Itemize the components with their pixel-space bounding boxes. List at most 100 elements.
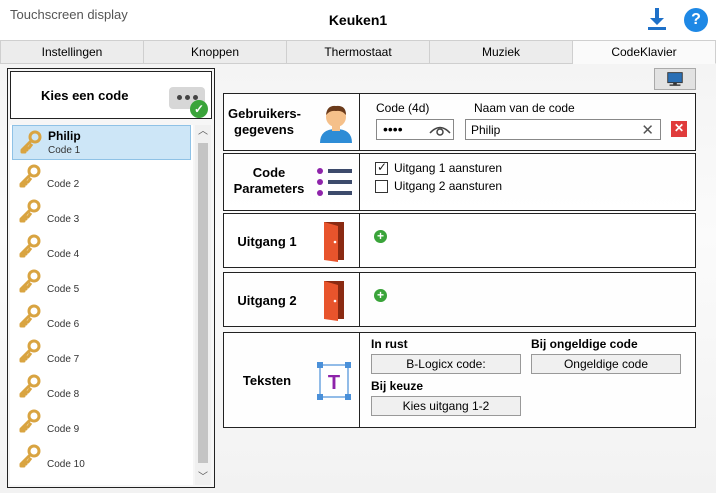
idle-text-button[interactable]: B-Logicx code: bbox=[371, 354, 521, 374]
output2-section-body: + bbox=[361, 273, 695, 326]
tab-bar: Instellingen Knoppen Thermostaat Muziek … bbox=[0, 40, 716, 64]
title-bar: Touchscreen display Keuken1 ? bbox=[0, 0, 716, 40]
clear-icon[interactable]: ✕ bbox=[641, 121, 654, 139]
svg-text:T: T bbox=[328, 372, 340, 394]
key-icon bbox=[18, 444, 42, 468]
code-input[interactable]: •••• bbox=[376, 119, 454, 140]
add-output2-action-icon[interactable]: + bbox=[374, 289, 387, 302]
output2-title: Uitgang 2 bbox=[237, 293, 297, 308]
name-label: Naam van de code bbox=[474, 101, 575, 115]
output1-title: Uitgang 1 bbox=[237, 234, 297, 249]
code-value: •••• bbox=[383, 121, 403, 137]
tab-muziek[interactable]: Muziek bbox=[430, 40, 573, 64]
eye-icon[interactable] bbox=[429, 124, 451, 137]
code-list-item[interactable]: Code 3 bbox=[12, 195, 191, 230]
texts-section-body: In rust B-Logicx code: Bij ongeldige cod… bbox=[361, 333, 695, 427]
code-label: Code (4d) bbox=[376, 101, 430, 115]
params-section-title: Code Parameters bbox=[233, 165, 305, 196]
user-section-title: Gebruikers- gegevens bbox=[228, 106, 301, 137]
output1-section-body: + bbox=[361, 214, 695, 267]
list-icon bbox=[317, 168, 352, 196]
code-item-number: Code 10 bbox=[47, 459, 85, 470]
checkbox-uitgang1[interactable] bbox=[375, 160, 388, 175]
user-icon bbox=[320, 105, 352, 143]
code-list-item[interactable]: Code 7 bbox=[12, 335, 191, 370]
checkbox-uitgang2[interactable] bbox=[375, 180, 388, 193]
code-list-scrollbar[interactable]: ︿ ﹀ bbox=[195, 125, 211, 485]
scroll-up-icon[interactable]: ︿ bbox=[195, 125, 211, 139]
delete-button[interactable]: ✕ bbox=[671, 121, 687, 137]
main-content: Kies een code ✓ Philip Code 1 Code 2 Code 3… bbox=[0, 64, 716, 493]
option-uitgang1-label: Uitgang 1 aansturen bbox=[394, 161, 503, 175]
door-icon bbox=[324, 222, 344, 262]
texts-section: Teksten T In rust B-Logicx code: Bij ong… bbox=[223, 332, 696, 428]
code-list-item[interactable]: Code 6 bbox=[12, 300, 191, 335]
scroll-down-icon[interactable]: ﹀ bbox=[195, 471, 211, 485]
key-icon bbox=[18, 374, 42, 398]
code-item-number: Code 3 bbox=[47, 214, 80, 225]
download-icon[interactable] bbox=[645, 6, 669, 32]
texts-section-header: Teksten T bbox=[224, 333, 360, 427]
output2-section: Uitgang 2 + bbox=[223, 272, 696, 327]
invalid-text-button[interactable]: Ongeldige code bbox=[531, 354, 681, 374]
code-item-name: Philip bbox=[48, 129, 81, 143]
texts-section-title: Teksten bbox=[242, 373, 292, 388]
code-list-item[interactable]: Philip Code 1 bbox=[12, 125, 191, 160]
text-icon: T bbox=[317, 362, 351, 400]
monitor-icon bbox=[667, 72, 683, 86]
code-item-number: Code 1 bbox=[48, 145, 81, 156]
key-icon bbox=[18, 304, 42, 328]
key-icon bbox=[18, 269, 42, 293]
key-icon bbox=[18, 339, 42, 363]
code-item-number: Code 4 bbox=[47, 249, 80, 260]
output2-section-header: Uitgang 2 bbox=[224, 273, 360, 326]
tab-instellingen[interactable]: Instellingen bbox=[0, 40, 144, 64]
scroll-thumb[interactable] bbox=[198, 143, 208, 463]
code-list-item[interactable]: Code 5 bbox=[12, 265, 191, 300]
key-icon bbox=[18, 234, 42, 258]
code-list: Philip Code 1 Code 2 Code 3 Code 4 Code 5 Code… bbox=[10, 125, 193, 485]
code-list-item[interactable]: Code 8 bbox=[12, 370, 191, 405]
option-uitgang2-label: Uitgang 2 aansturen bbox=[394, 179, 503, 193]
key-icon bbox=[18, 199, 42, 223]
code-picker[interactable]: Kies een code ✓ bbox=[10, 71, 212, 119]
help-icon[interactable]: ? bbox=[684, 8, 708, 32]
key-icon bbox=[18, 409, 42, 433]
code-list-item[interactable]: Code 10 bbox=[12, 440, 191, 475]
choice-text-button[interactable]: Kies uitgang 1-2 bbox=[371, 396, 521, 416]
door-icon bbox=[324, 281, 344, 321]
user-section: Gebruikers- gegevens Code (4d) Naam van … bbox=[223, 93, 696, 151]
check-icon: ✓ bbox=[190, 100, 208, 118]
code-item-number: Code 2 bbox=[47, 179, 80, 190]
code-list-item[interactable]: Code 2 bbox=[12, 160, 191, 195]
add-output1-action-icon[interactable]: + bbox=[374, 230, 387, 243]
window-title: Keuken1 bbox=[328, 12, 388, 28]
code-list-item[interactable]: Code 4 bbox=[12, 230, 191, 265]
tab-thermostaat[interactable]: Thermostaat bbox=[287, 40, 430, 64]
code-item-number: Code 9 bbox=[47, 424, 80, 435]
code-picker-label: Kies een code bbox=[41, 88, 129, 103]
choice-label: Bij keuze bbox=[371, 379, 424, 393]
name-input[interactable]: Philip ✕ bbox=[465, 119, 661, 140]
user-section-body: Code (4d) Naam van de code •••• Philip ✕… bbox=[361, 94, 695, 150]
output1-section: Uitgang 1 + bbox=[223, 213, 696, 268]
code-item-number: Code 6 bbox=[47, 319, 80, 330]
params-section-header: Code Parameters bbox=[224, 154, 360, 210]
invalid-label: Bij ongeldige code bbox=[531, 337, 638, 351]
output1-section-header: Uitgang 1 bbox=[224, 214, 360, 267]
user-section-header: Gebruikers- gegevens bbox=[224, 94, 360, 150]
code-list-item[interactable]: Code 9 bbox=[12, 405, 191, 440]
key-icon bbox=[18, 164, 42, 188]
tab-knoppen[interactable]: Knoppen bbox=[144, 40, 287, 64]
monitor-button[interactable] bbox=[654, 68, 696, 90]
idle-label: In rust bbox=[371, 337, 408, 351]
code-panel: Kies een code ✓ Philip Code 1 Code 2 Code 3… bbox=[7, 68, 215, 488]
params-section-body: Uitgang 1 aansturen Uitgang 2 aansturen bbox=[361, 154, 695, 210]
key-icon bbox=[19, 130, 43, 154]
code-item-number: Code 7 bbox=[47, 354, 80, 365]
params-section: Code Parameters Uitgang 1 aansturen Uitg… bbox=[223, 153, 696, 211]
tab-codeklavier[interactable]: CodeKlavier bbox=[573, 40, 716, 64]
code-item-number: Code 5 bbox=[47, 284, 80, 295]
code-item-number: Code 8 bbox=[47, 389, 80, 400]
name-value: Philip bbox=[471, 123, 501, 137]
